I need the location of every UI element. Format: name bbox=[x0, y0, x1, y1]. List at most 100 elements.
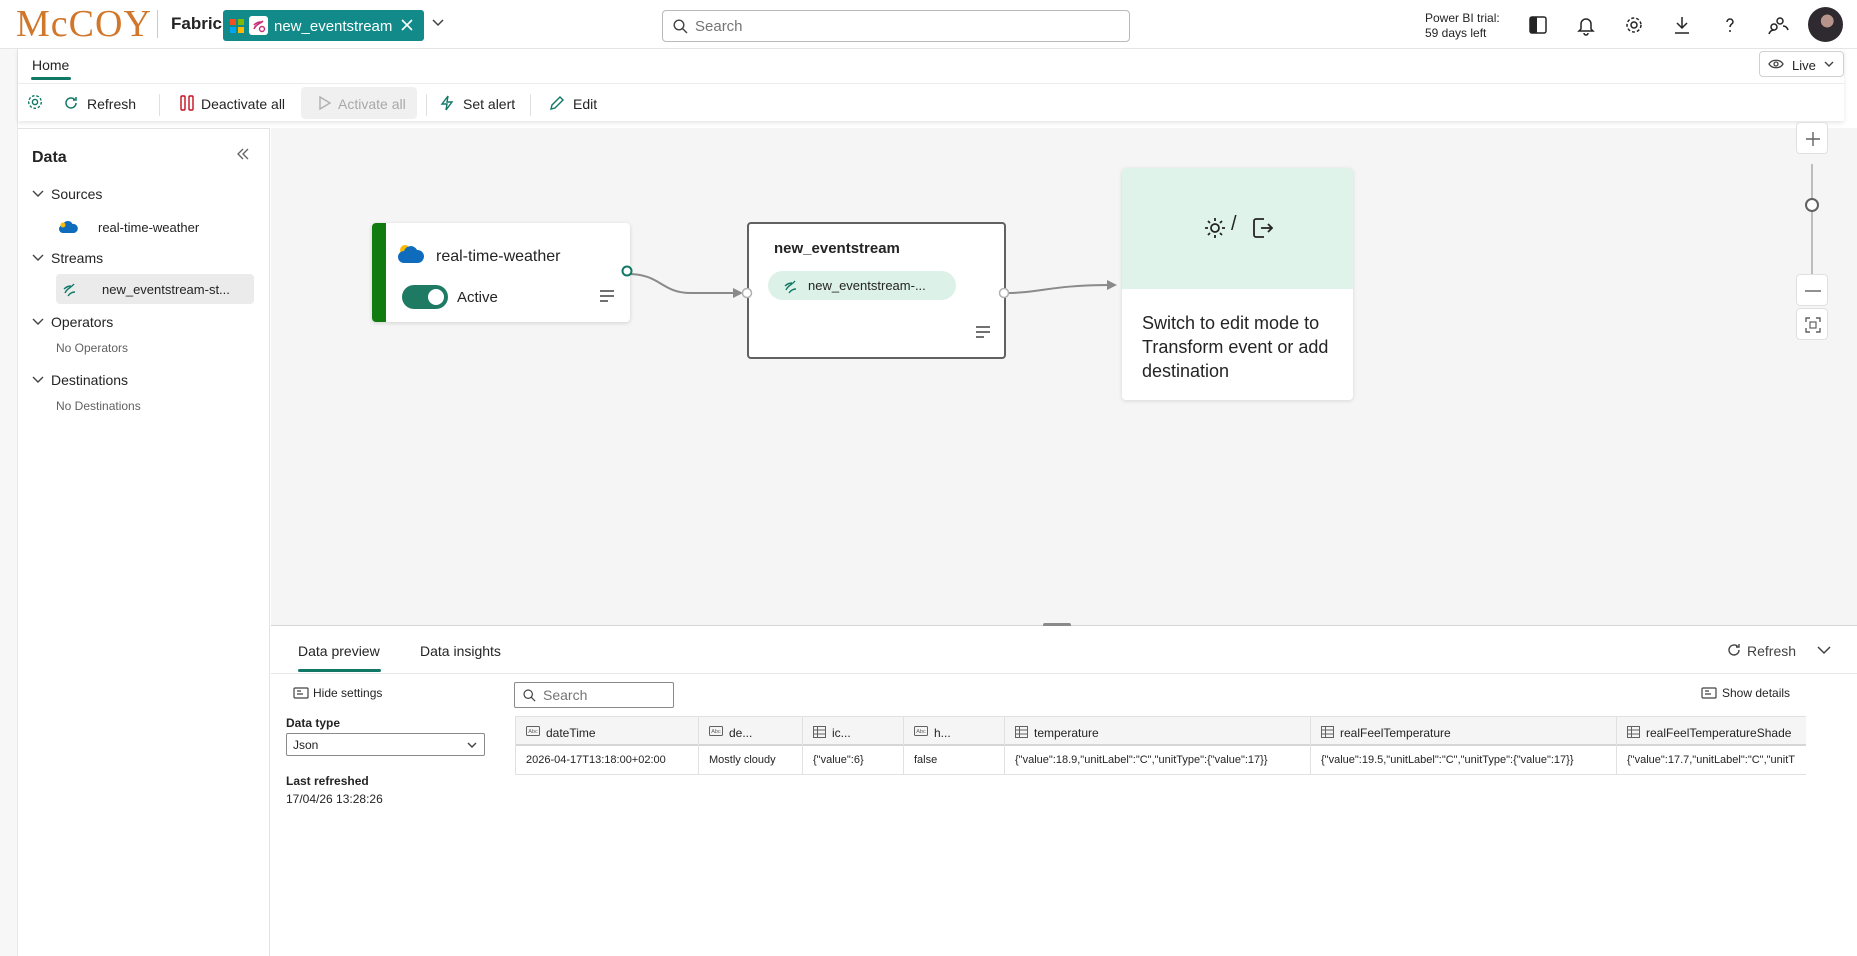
column-0: Abc dateTime 2026-04-17T13:18:00+02:00 bbox=[515, 716, 698, 775]
column-header[interactable]: Abc dateTime bbox=[516, 716, 698, 746]
table-cell[interactable]: 2026-04-17T13:18:00+02:00 bbox=[516, 746, 698, 775]
collapse-panel-icon[interactable] bbox=[236, 148, 250, 160]
string-type-icon: Abc bbox=[526, 726, 540, 736]
share-people-icon[interactable] bbox=[1767, 14, 1789, 36]
tab-data-preview[interactable]: Data preview bbox=[298, 643, 380, 659]
chevron-down-icon[interactable] bbox=[1817, 646, 1831, 655]
column-header[interactable]: realFeelTemperature bbox=[1311, 716, 1616, 746]
zoom-slider-thumb[interactable] bbox=[1805, 198, 1819, 212]
global-search-input[interactable] bbox=[695, 16, 1095, 36]
cell-value: false bbox=[914, 754, 938, 766]
table-cell[interactable]: {"value":19.5,"unitLabel":"C","unitType"… bbox=[1311, 746, 1616, 775]
data-type-select[interactable]: Json bbox=[286, 733, 485, 756]
chevron-down-icon bbox=[32, 318, 44, 325]
record-type-icon bbox=[1015, 726, 1028, 738]
source-node-name: real-time-weather bbox=[436, 248, 561, 265]
destination-placeholder-node[interactable]: / Switch to edit mode to Transform event… bbox=[1122, 168, 1353, 400]
column-5: realFeelTemperature {"value":19.5,"unitLa… bbox=[1310, 716, 1616, 775]
zoom-in-button[interactable] bbox=[1796, 122, 1828, 154]
panel-icon[interactable] bbox=[1527, 14, 1549, 36]
column-header[interactable]: Abc de... bbox=[699, 716, 802, 746]
close-icon[interactable] bbox=[399, 17, 415, 33]
table-cell[interactable]: Mostly cloudy bbox=[699, 746, 802, 775]
output-port[interactable] bbox=[621, 265, 633, 277]
help-icon[interactable] bbox=[1719, 14, 1741, 36]
chevron-down-icon bbox=[32, 190, 44, 197]
pencil-icon bbox=[550, 96, 564, 110]
column-header-label: dateTime bbox=[546, 726, 596, 740]
weather-cloud-icon bbox=[398, 245, 425, 263]
activate-all-button[interactable]: Activate all bbox=[316, 91, 416, 117]
settings-icon[interactable] bbox=[26, 93, 44, 111]
eventstream-icon bbox=[249, 16, 268, 35]
column-header[interactable]: ic... bbox=[803, 716, 903, 746]
global-search-box[interactable] bbox=[662, 10, 1130, 42]
gear-icon[interactable] bbox=[1623, 14, 1645, 36]
fit-to-screen-button[interactable] bbox=[1796, 308, 1828, 340]
brand-logo[interactable]: McCOY bbox=[16, 5, 152, 43]
tree-section-destinations[interactable]: Destinations bbox=[32, 372, 232, 390]
menu-lines-icon[interactable] bbox=[600, 290, 614, 302]
edit-label: Edit bbox=[573, 96, 598, 112]
divider bbox=[271, 673, 1857, 674]
tree-section-sources[interactable]: Sources bbox=[32, 186, 232, 204]
table-cell[interactable]: false bbox=[904, 746, 1004, 775]
preview-search-box[interactable] bbox=[514, 682, 674, 708]
deactivate-all-button[interactable]: Deactivate all bbox=[179, 91, 289, 117]
column-header[interactable]: realFeelTemperatureShade bbox=[1617, 716, 1806, 746]
source-node[interactable]: real-time-weather Active bbox=[372, 223, 633, 322]
zoom-out-button[interactable] bbox=[1796, 274, 1828, 306]
refresh-button[interactable]: Refresh bbox=[63, 91, 143, 117]
stream-pill-label: new_eventstream-... bbox=[808, 278, 926, 293]
open-item-tab[interactable]: new_eventstream bbox=[223, 10, 424, 41]
avatar[interactable] bbox=[1808, 7, 1843, 42]
eventstream-node[interactable]: new_eventstream new_eventstream-... bbox=[741, 222, 1010, 359]
tree-section-streams[interactable]: Streams bbox=[32, 250, 232, 268]
tree-item-stream[interactable]: new_eventstream-st... bbox=[56, 274, 254, 304]
download-icon[interactable] bbox=[1671, 14, 1693, 36]
active-tab-indicator bbox=[298, 669, 381, 672]
edit-button[interactable]: Edit bbox=[549, 91, 609, 117]
divider bbox=[157, 10, 158, 38]
operators-label: Operators bbox=[51, 314, 114, 330]
stream-pill[interactable]: new_eventstream-... bbox=[768, 271, 956, 300]
table-cell[interactable]: {"value":18.9,"unitLabel":"C","unitType"… bbox=[1005, 746, 1310, 775]
menu-lines-icon[interactable] bbox=[976, 326, 990, 338]
operators-empty: No Operators bbox=[56, 341, 129, 355]
settings-panel-icon bbox=[293, 687, 309, 699]
column-header[interactable]: temperature bbox=[1005, 716, 1310, 746]
refresh-label: Refresh bbox=[87, 96, 137, 112]
tab-data-insights[interactable]: Data insights bbox=[420, 643, 501, 659]
table-cell[interactable]: {"value":6} bbox=[803, 746, 903, 775]
separator-slash: / bbox=[1231, 213, 1237, 235]
input-port[interactable] bbox=[741, 287, 753, 299]
column-header[interactable]: Abc h... bbox=[904, 716, 1004, 746]
trial-status[interactable]: Power BI trial: 59 days left bbox=[1425, 11, 1500, 41]
table-cell[interactable]: {"value":17.7,"unitLabel":"C","unitT bbox=[1617, 746, 1806, 775]
stream-icon bbox=[784, 280, 797, 294]
record-type-icon bbox=[813, 726, 826, 738]
column-3: Abc h... false bbox=[903, 716, 1004, 775]
source-item-label: real-time-weather bbox=[98, 220, 200, 235]
cell-value: {"value":6} bbox=[813, 754, 864, 766]
eventstream-canvas[interactable]: real-time-weather Active new_eventstream… bbox=[271, 122, 1857, 625]
refresh-icon bbox=[65, 97, 77, 109]
set-alert-button[interactable]: Set alert bbox=[439, 91, 529, 117]
divider bbox=[530, 94, 531, 116]
column-header-label: h... bbox=[934, 726, 951, 740]
tree-item-source[interactable]: real-time-weather bbox=[58, 219, 248, 239]
refresh-icon bbox=[1728, 644, 1740, 656]
bell-icon[interactable] bbox=[1575, 14, 1597, 36]
live-view-dropdown[interactable]: Live bbox=[1759, 51, 1844, 77]
details-panel-icon bbox=[1701, 687, 1717, 699]
preview-search-input[interactable] bbox=[543, 687, 667, 703]
tree-section-operators[interactable]: Operators bbox=[32, 314, 232, 332]
transform-icon bbox=[1205, 218, 1225, 238]
output-port[interactable] bbox=[998, 287, 1010, 299]
tab-home[interactable]: Home bbox=[32, 57, 69, 73]
column-header-label: realFeelTemperature bbox=[1340, 726, 1451, 740]
active-toggle[interactable] bbox=[402, 285, 448, 309]
chevron-down-icon[interactable] bbox=[432, 19, 444, 27]
product-name[interactable]: Fabric bbox=[171, 14, 222, 34]
open-item-tab-label: new_eventstream bbox=[274, 18, 393, 35]
